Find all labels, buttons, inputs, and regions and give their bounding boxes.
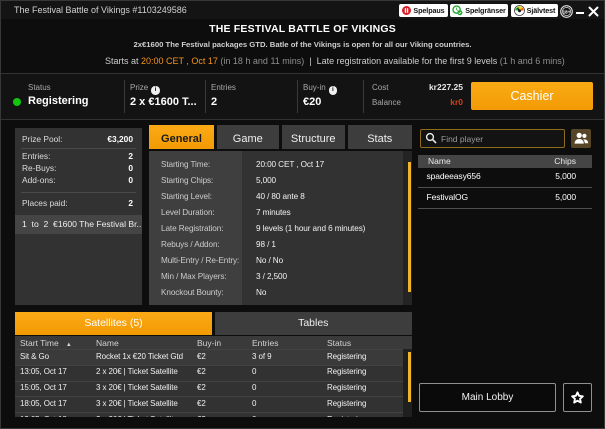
svg-text:18+: 18+ — [563, 9, 571, 14]
